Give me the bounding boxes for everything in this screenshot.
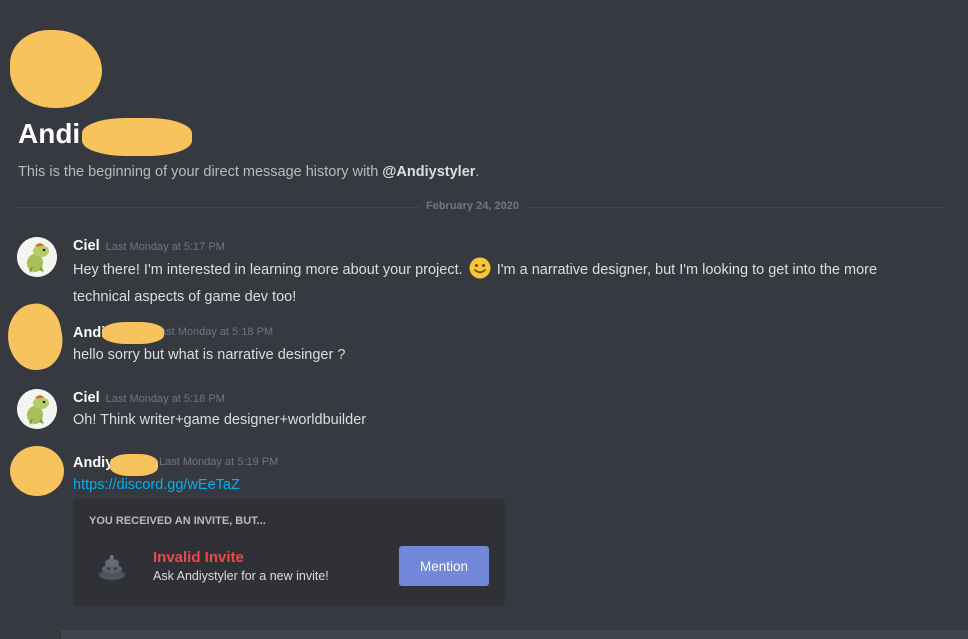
upload-button[interactable] [0,630,61,639]
message-timestamp: Last Monday at 5:17 PM [105,241,225,253]
message-text: Hey there! I'm interested in learning mo… [73,262,463,278]
dm-intro-text: This is the beginning of your direct mes… [18,164,479,180]
avatar[interactable] [17,389,57,429]
message-content: https://discord.gg/wEeTaZ [73,474,933,496]
redaction-mark [102,322,164,344]
poop-icon [97,551,127,586]
message-header: Andi ast Monday at 5:18 PM [73,324,273,342]
message-content: hello sorry but what is narrative desing… [73,344,933,366]
dm-intro-handle[interactable]: @Andiystyler [382,164,475,180]
dino-avatar-icon [17,389,57,429]
redacted-avatar[interactable] [10,446,64,496]
message-timestamp: ast Monday at 5:18 PM [160,326,274,338]
message-input-bar[interactable] [0,630,968,639]
dm-recipient-name: Andi [18,118,81,149]
message-header: Andiy Last Monday at 5:19 PM [73,454,278,472]
invite-title: Invalid Invite [153,549,244,566]
invite-embed: YOU RECEIVED AN INVITE, BUT... Invalid I… [73,499,505,606]
mention-button[interactable]: Mention [399,546,489,586]
message-header: Ciel Last Monday at 5:17 PM [73,237,225,255]
invite-subtitle: Ask Andiystyler for a new invite! [153,569,329,583]
redaction-mark [110,454,158,476]
invite-header: YOU RECEIVED AN INVITE, BUT... [89,515,266,527]
dm-intro-prefix: This is the beginning of your direct mes… [18,164,383,180]
message-text: Oh! Think writer+game designer+worldbuil… [73,412,367,428]
message-content: Hey there! I'm interested in learning mo… [73,257,933,308]
message-text: hello sorry but what is narrative desing… [73,347,346,363]
message-author[interactable]: Ciel [73,238,100,254]
message-author[interactable]: Andi [73,325,105,341]
avatar[interactable] [17,237,57,277]
message-header: Ciel Last Monday at 5:18 PM [73,389,225,407]
redacted-avatar-large [10,30,102,108]
redacted-avatar[interactable] [2,299,68,375]
message-author[interactable]: Andiy [73,455,113,471]
invite-link[interactable]: https://discord.gg/wEeTaZ [73,477,240,493]
message-author[interactable]: Ciel [73,390,100,406]
slightly-smiling-face-icon[interactable] [469,257,491,286]
message-timestamp: Last Monday at 5:19 PM [159,456,279,468]
divider-date-label: February 24, 2020 [420,200,525,212]
dm-intro-suffix: . [475,164,480,180]
redaction-mark [82,118,192,156]
dino-avatar-icon [17,237,57,277]
message-timestamp: Last Monday at 5:18 PM [105,393,225,405]
message-content: Oh! Think writer+game designer+worldbuil… [73,409,933,431]
